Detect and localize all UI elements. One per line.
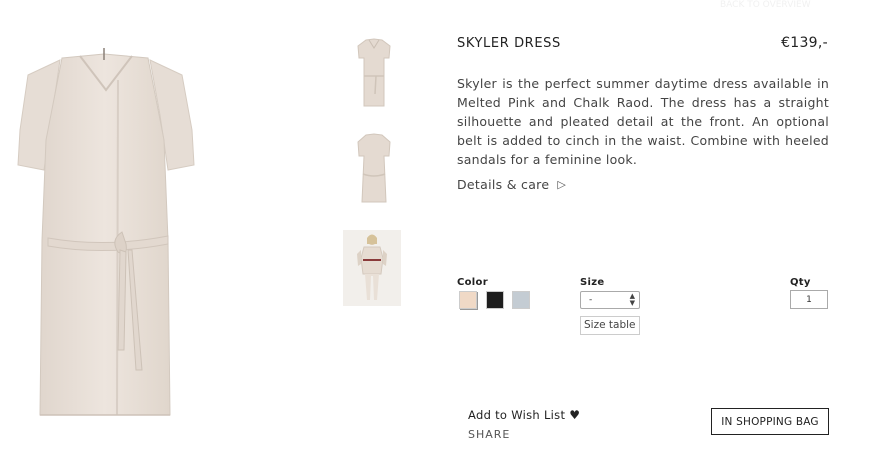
back-link[interactable]: BACK TO OVERVIEW [720,0,840,10]
details-and-care-label: Details & care [457,177,550,192]
size-label: Size [580,277,605,288]
color-label: Color [457,277,488,288]
add-to-wishlist-link[interactable]: Add to Wish List ♥ [468,408,580,422]
product-price: €139,- [781,35,828,51]
size-table-button[interactable]: Size table [580,316,640,335]
heart-icon: ♥ [569,408,581,422]
share-link[interactable]: SHARE [468,428,510,441]
qty-label: Qty [790,277,811,288]
shopping-bag-button[interactable]: IN SHOPPING BAG [711,408,829,435]
thumbnail-model[interactable] [343,230,401,306]
color-swatch-black[interactable] [486,291,504,309]
product-title: SKYLER DRESS [457,36,561,51]
size-select[interactable]: - ▲ ▼ [580,291,640,309]
thumbnail-front[interactable] [346,34,402,110]
main-product-image [17,48,195,416]
thumbnail-back[interactable] [346,130,402,210]
qty-input[interactable] [790,290,828,309]
size-select-value: - [589,295,593,305]
color-swatch-melted-pink[interactable] [459,291,477,309]
color-swatch-light-blue[interactable] [512,291,530,309]
details-and-care-link[interactable]: Details & care ▷ [457,177,566,192]
wishlist-label: Add to Wish List [468,408,566,422]
play-triangle-icon: ▷ [557,178,567,191]
product-description: Skyler is the perfect summer daytime dre… [457,76,829,167]
select-arrows-icon: ▲ ▼ [629,292,635,307]
